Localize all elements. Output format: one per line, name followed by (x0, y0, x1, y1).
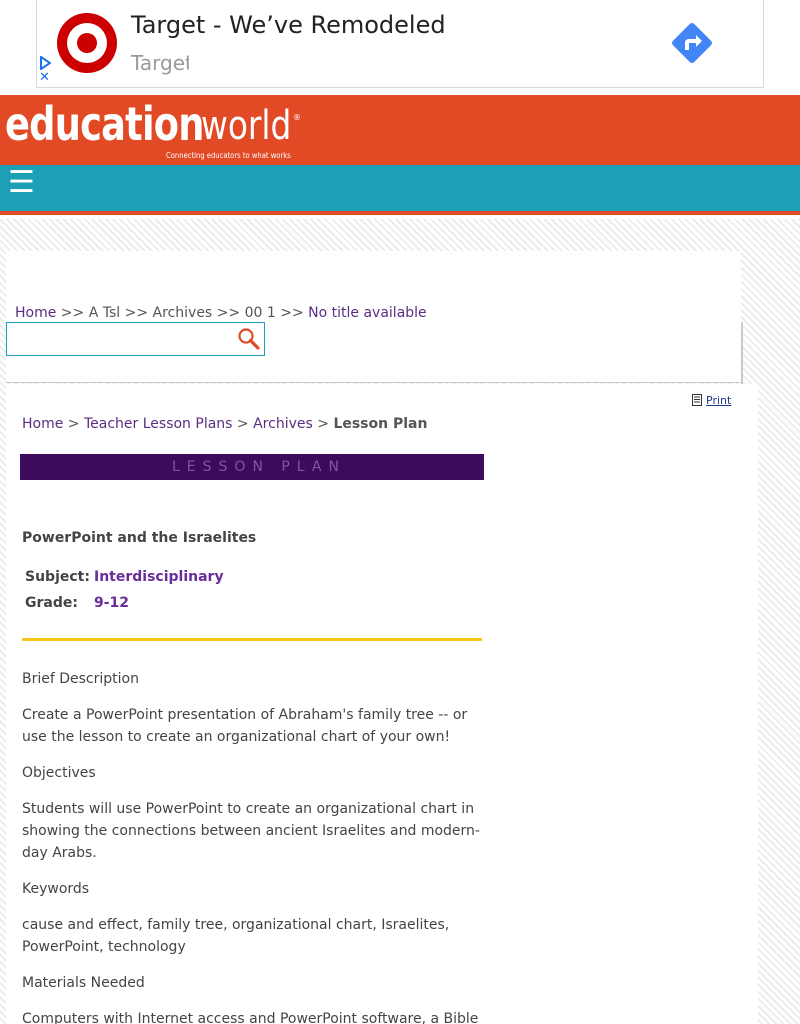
section-divider (22, 638, 482, 641)
breadcrumb-home-link[interactable]: Home (15, 305, 56, 321)
print-label: Print (706, 394, 732, 407)
panel-border (741, 322, 743, 384)
breadcrumb-section: 00 1 (244, 305, 276, 321)
brief-description-text: Create a PowerPoint presentation of Abra… (22, 707, 468, 745)
breadcrumb-separator: >> (60, 305, 85, 321)
breadcrumb-separator: >> (216, 305, 241, 321)
ad-banner[interactable]: Target - We’ve Remodeled Target ✕ (36, 0, 764, 88)
breadcrumb-home-link[interactable]: Home (22, 416, 63, 432)
ad-choices-icon[interactable] (39, 56, 51, 70)
subject-value-link[interactable]: Interdisciplinary (94, 569, 224, 585)
keywords-text: cause and effect, family tree, organizat… (22, 917, 450, 955)
breadcrumb-a-tsl: A Tsl (88, 305, 121, 321)
logo-education: education (5, 97, 204, 151)
top-breadcrumb: Home >> A Tsl >> Archives >> 00 1 >> No … (15, 305, 427, 321)
breadcrumb: Home > Teacher Lesson Plans > Archives >… (22, 416, 427, 432)
breadcrumb-current: Lesson Plan (333, 416, 428, 432)
lesson-plan-banner: LESSON PLAN (20, 454, 484, 480)
logo-tagline: Connecting educators to what works (166, 151, 291, 160)
site-header: education world ® Connecting educators t… (0, 95, 800, 165)
ad-title[interactable]: Target - We’ve Remodeled (131, 11, 446, 39)
subject-label: Subject: (25, 569, 90, 585)
print-icon (692, 394, 702, 406)
ad-close-icon[interactable]: ✕ (39, 71, 50, 85)
search-icon[interactable] (237, 327, 261, 351)
breadcrumb-separator: >> (280, 305, 304, 321)
keywords-heading: Keywords (22, 881, 90, 897)
breadcrumb-separator: > (317, 416, 329, 432)
grade-label: Grade: (25, 595, 78, 611)
ad-subtitle: Target (131, 51, 189, 75)
breadcrumb-current-link[interactable]: No title available (308, 305, 427, 321)
print-link[interactable]: Print (692, 394, 731, 407)
materials-heading: Materials Needed (22, 975, 145, 991)
materials-text: Computers with Internet access and Power… (22, 1011, 479, 1024)
site-logo[interactable]: education world ® Connecting educators t… (5, 97, 305, 160)
breadcrumb-archives-link[interactable]: Archives (253, 416, 313, 432)
logo-registered: ® (293, 113, 301, 122)
logo-world: world (201, 103, 292, 149)
breadcrumb-separator: > (67, 416, 80, 432)
breadcrumb-separator: > (236, 416, 249, 432)
grade-value-link[interactable]: 9-12 (94, 595, 129, 611)
objectives-text: Students will use PowerPoint to create a… (22, 801, 480, 861)
breadcrumb-archives: Archives (152, 305, 213, 321)
lesson-title: PowerPoint and the Israelites (22, 530, 257, 546)
target-logo-icon (57, 13, 117, 73)
nav-bar: ☰ (0, 165, 800, 215)
breadcrumb-separator: >> (124, 305, 149, 321)
search-input[interactable] (6, 322, 265, 356)
menu-icon[interactable]: ☰ (8, 165, 35, 201)
directions-icon[interactable] (667, 18, 717, 68)
brief-description-heading: Brief Description (22, 671, 139, 687)
objectives-heading: Objectives (22, 765, 96, 781)
breadcrumb-teacher-lesson-plans-link[interactable]: Teacher Lesson Plans (84, 416, 232, 432)
